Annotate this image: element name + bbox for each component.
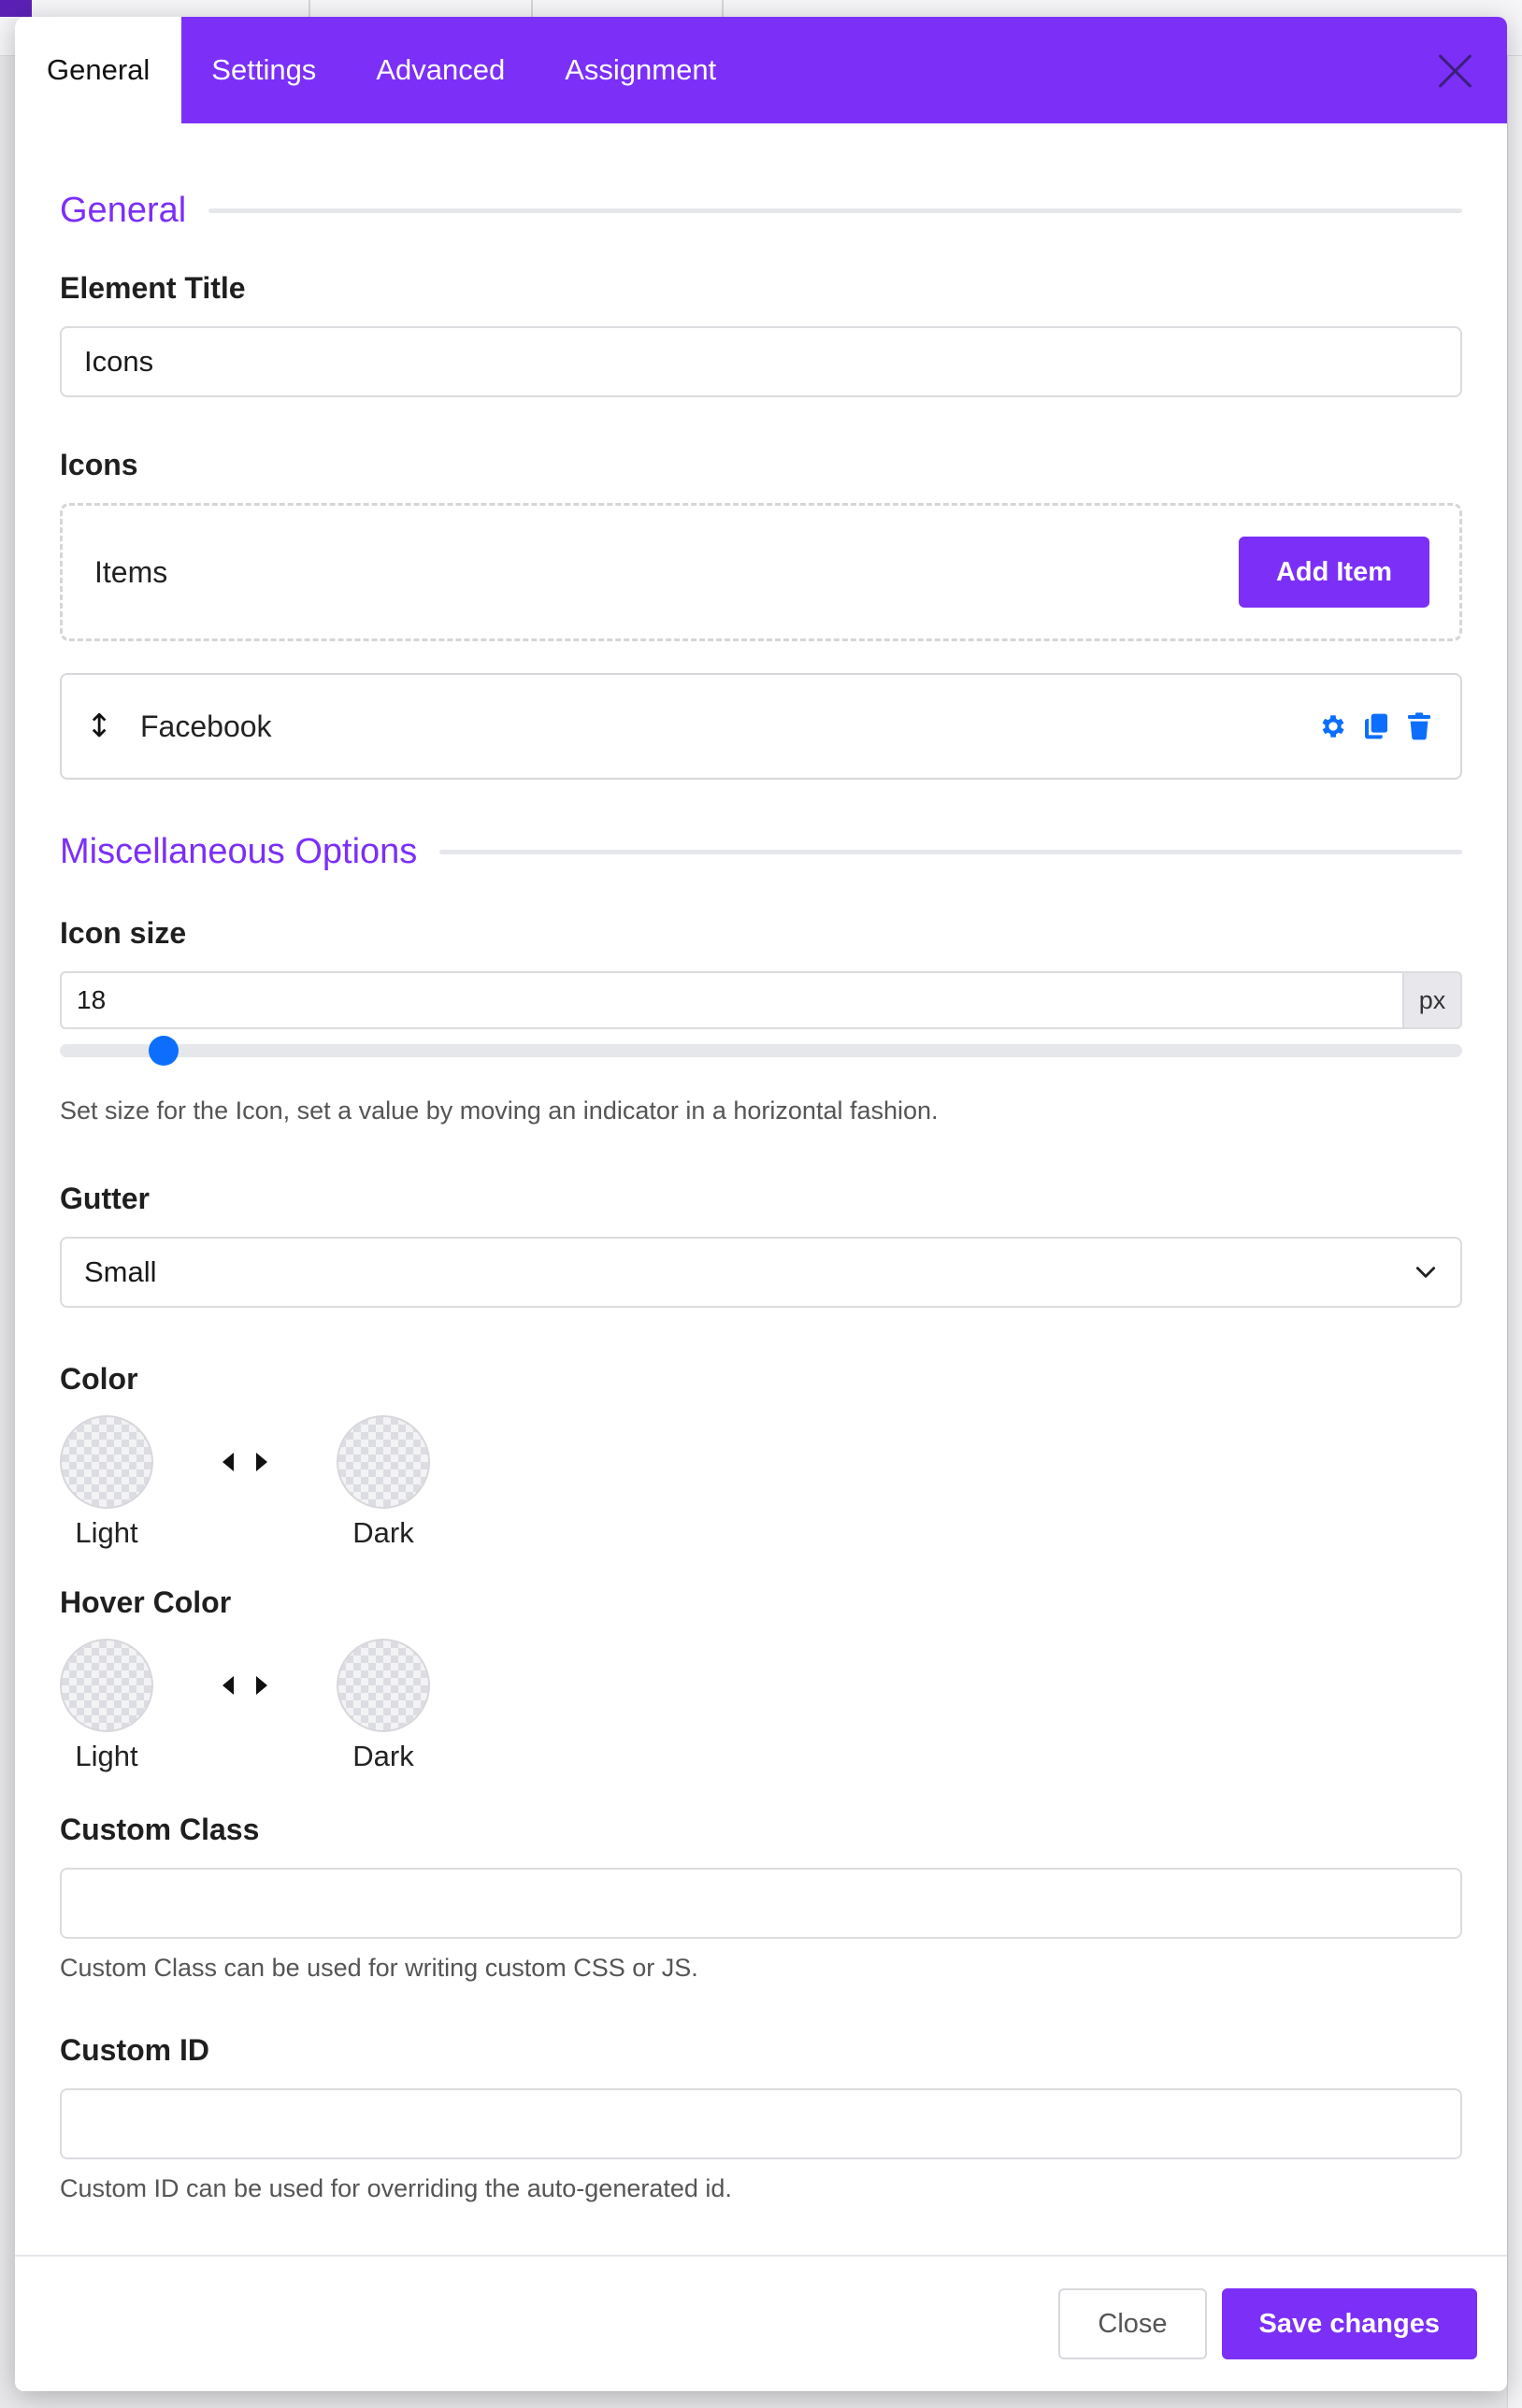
hover-color-pickers: Light Dark xyxy=(60,1639,1462,1773)
hover-dark-swatch[interactable] xyxy=(337,1639,430,1732)
hover-light-label: Light xyxy=(75,1740,138,1772)
gutter-select[interactable]: Small xyxy=(60,1237,1462,1308)
icons-label: Icons xyxy=(60,448,138,481)
hover-light-swatch[interactable] xyxy=(60,1639,153,1732)
icon-size-unit: px xyxy=(1402,971,1462,1029)
gutter-selected-value: Small xyxy=(84,1255,157,1288)
modal-tabs: General Settings Advanced Assignment xyxy=(15,17,746,123)
hover-color-swap xyxy=(153,1639,337,1732)
color-dark-swatch[interactable] xyxy=(337,1415,430,1509)
list-item[interactable]: ↕ Facebook xyxy=(60,673,1462,780)
color-dark-label: Dark xyxy=(352,1516,414,1549)
element-title-input[interactable]: Icons xyxy=(60,326,1462,397)
color-dark-group: Dark xyxy=(337,1415,430,1550)
background-divider xyxy=(309,0,310,17)
copy-icon[interactable] xyxy=(1361,711,1391,741)
tab-advanced[interactable]: Advanced xyxy=(346,17,535,123)
icon-size-input[interactable]: 18 xyxy=(60,971,1402,1029)
modal-body: General Element Title Icons Icons Items … xyxy=(15,187,1507,2203)
custom-id-help: Custom ID can be used for overriding the… xyxy=(60,2174,732,2202)
section-divider xyxy=(439,849,1462,854)
background-divider xyxy=(531,0,533,17)
color-light-label: Light xyxy=(75,1516,138,1549)
item-actions xyxy=(1318,711,1434,741)
custom-id-label: Custom ID xyxy=(60,2033,209,2067)
gutter-label: Gutter xyxy=(60,1182,150,1215)
tab-general[interactable]: General xyxy=(15,17,182,123)
icon-size-label: Icon size xyxy=(60,916,187,950)
items-container: Items Add Item xyxy=(60,503,1462,641)
modal-header: General Settings Advanced Assignment xyxy=(15,17,1507,123)
hover-light-group: Light xyxy=(60,1639,153,1773)
hover-color-label: Hover Color xyxy=(60,1585,232,1619)
drag-handle-icon[interactable]: ↕ xyxy=(86,708,120,745)
add-item-button[interactable]: Add Item xyxy=(1238,537,1429,608)
custom-id-input[interactable] xyxy=(60,2088,1462,2159)
background-accent xyxy=(0,0,32,17)
color-swap xyxy=(153,1415,337,1509)
icon-size-slider[interactable] xyxy=(60,1036,1462,1066)
swap-arrows-icon[interactable] xyxy=(223,1453,267,1471)
element-settings-modal: General Settings Advanced Assignment Gen… xyxy=(15,17,1507,2391)
trash-icon[interactable] xyxy=(1404,711,1434,741)
tab-settings[interactable]: Settings xyxy=(181,17,346,123)
save-changes-button[interactable]: Save changes xyxy=(1221,2288,1477,2359)
hover-dark-label: Dark xyxy=(352,1740,414,1772)
custom-class-label: Custom Class xyxy=(60,1813,260,1846)
color-light-swatch[interactable] xyxy=(60,1415,153,1509)
custom-class-input[interactable] xyxy=(60,1868,1462,1939)
close-icon[interactable] xyxy=(1436,52,1473,90)
background-right-column xyxy=(1507,56,1522,2408)
section-divider xyxy=(208,208,1462,213)
section-title-general: General xyxy=(60,187,1462,234)
color-pickers: Light Dark xyxy=(60,1415,1462,1550)
custom-class-help: Custom Class can be used for writing cus… xyxy=(60,1954,698,1982)
color-light-group: Light xyxy=(60,1415,153,1550)
element-title-label: Element Title xyxy=(60,271,246,305)
icon-size-field: 18 px xyxy=(60,971,1462,1029)
items-label: Items xyxy=(94,554,168,589)
color-label: Color xyxy=(60,1362,138,1396)
section-title-misc: Miscellaneous Options xyxy=(60,828,1462,875)
tab-assignment[interactable]: Assignment xyxy=(535,17,746,123)
close-button[interactable]: Close xyxy=(1058,2288,1207,2359)
section-heading: General xyxy=(60,190,187,230)
swap-arrows-icon[interactable] xyxy=(223,1676,267,1695)
section-heading: Miscellaneous Options xyxy=(60,831,418,871)
hover-dark-group: Dark xyxy=(337,1639,430,1773)
modal-footer: Close Save changes xyxy=(15,2255,1507,2391)
chevron-down-icon xyxy=(1415,1267,1436,1278)
gear-icon[interactable] xyxy=(1318,711,1348,741)
background-divider xyxy=(722,0,724,17)
icon-size-help: Set size for the Icon, set a value by mo… xyxy=(60,1096,939,1125)
item-label: Facebook xyxy=(140,709,272,743)
slider-handle[interactable] xyxy=(149,1036,179,1066)
